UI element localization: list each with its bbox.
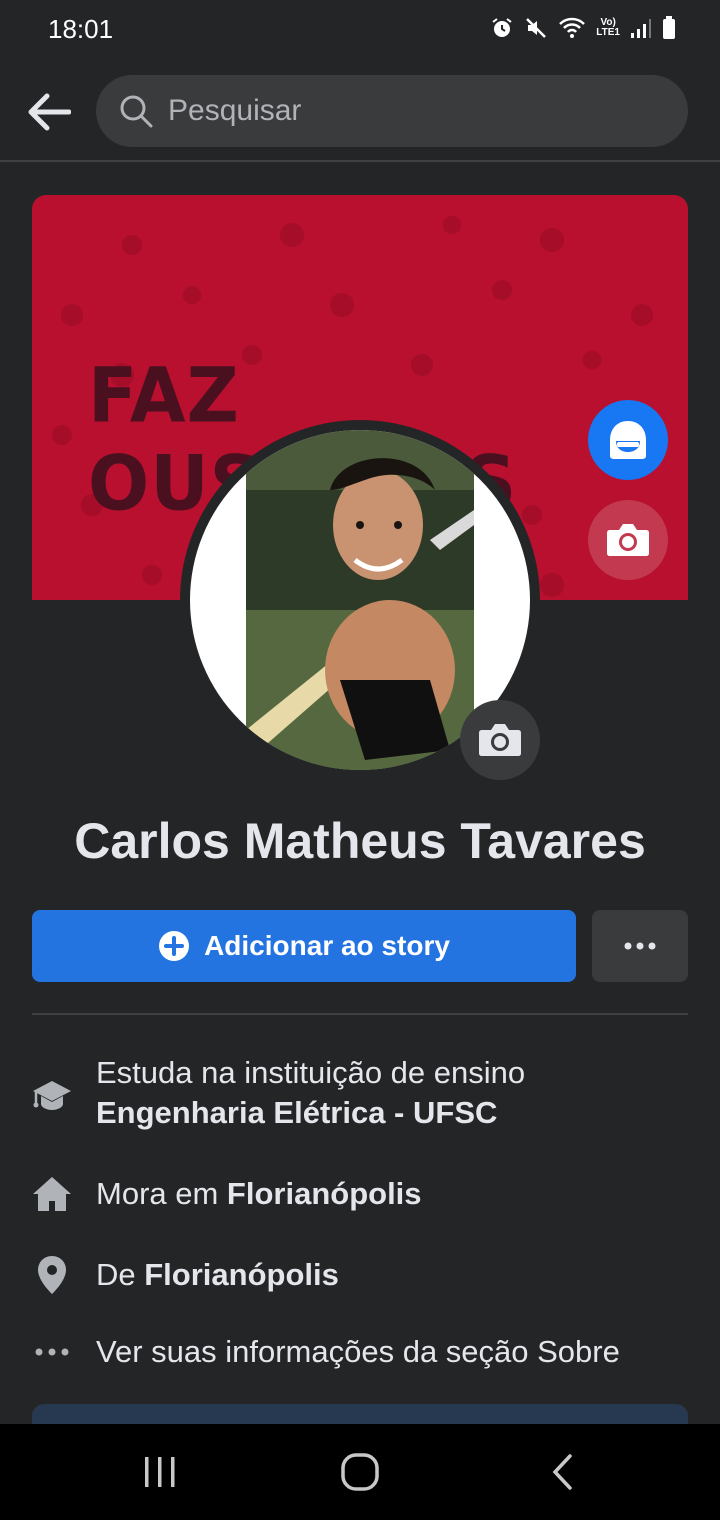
camera-icon — [479, 724, 521, 756]
home-button[interactable] — [330, 1448, 390, 1496]
camera-icon — [607, 524, 649, 556]
info-lives-in-text: Mora em Florianópolis — [96, 1176, 422, 1212]
avatar-button[interactable] — [588, 400, 668, 480]
mute-icon — [526, 18, 547, 38]
recent-apps-button[interactable] — [130, 1448, 190, 1496]
add-to-story-button[interactable]: Adicionar ao story — [32, 910, 576, 982]
profile-camera-button[interactable] — [460, 700, 540, 780]
from-prefix: De — [96, 1257, 145, 1292]
search-input[interactable] — [168, 75, 668, 147]
divider — [32, 1013, 688, 1015]
home-circle-icon — [341, 1453, 379, 1491]
about-link-text: Ver suas informações da seção Sobre — [96, 1334, 620, 1369]
recent-apps-icon — [145, 1457, 175, 1487]
arrow-left-icon — [28, 93, 71, 131]
network-type: LTE1 — [596, 27, 620, 38]
lives-in-value: Florianópolis — [226, 1176, 422, 1211]
info-lives-in[interactable]: Mora em Florianópolis — [32, 1172, 688, 1216]
ellipsis-icon — [32, 1348, 72, 1356]
plus-circle-icon — [159, 931, 190, 961]
from-value: Florianópolis — [144, 1257, 339, 1292]
wifi-icon — [559, 17, 586, 38]
info-from-text: De Florianópolis — [96, 1257, 339, 1293]
chevron-left-icon — [552, 1454, 572, 1490]
search-box[interactable] — [96, 75, 688, 147]
home-icon — [32, 1175, 72, 1213]
info-education-text: Estuda na instituição de ensino Engenhar… — [96, 1055, 525, 1131]
status-time: 18:01 — [48, 14, 114, 44]
more-options-button[interactable] — [592, 910, 688, 982]
back-button[interactable] — [20, 84, 76, 140]
top-bar — [0, 60, 720, 162]
more-icon — [624, 942, 656, 950]
education-prefix: Estuda na instituição de ensino — [96, 1055, 526, 1090]
location-pin-icon — [32, 1255, 72, 1295]
avatar-icon — [610, 421, 646, 459]
battery-icon — [663, 16, 675, 39]
add-to-story-label: Adicionar ao story — [204, 930, 450, 961]
network-label: Vo) LTE1 — [596, 17, 620, 38]
info-about-link[interactable]: Ver suas informações da seção Sobre — [32, 1330, 688, 1374]
system-nav-bar — [0, 1424, 720, 1520]
signal-icon — [631, 19, 651, 38]
cover-camera-button[interactable] — [588, 500, 668, 580]
status-icons: Vo) LTE1 — [490, 16, 676, 40]
info-education[interactable]: Estuda na instituição de ensino Engenhar… — [32, 1055, 688, 1135]
status-bar: 18:01 Vo) LTE1 — [0, 0, 720, 60]
alarm-icon — [492, 18, 512, 37]
lives-in-prefix: Mora em — [96, 1176, 227, 1211]
search-icon — [120, 95, 153, 128]
back-nav-button[interactable] — [532, 1448, 592, 1496]
info-from[interactable]: De Florianópolis — [32, 1253, 688, 1297]
education-value: Engenharia Elétrica - UFSC — [96, 1095, 498, 1130]
profile-name: Carlos Matheus Tavares — [74, 813, 646, 869]
graduation-cap-icon — [32, 1077, 72, 1113]
